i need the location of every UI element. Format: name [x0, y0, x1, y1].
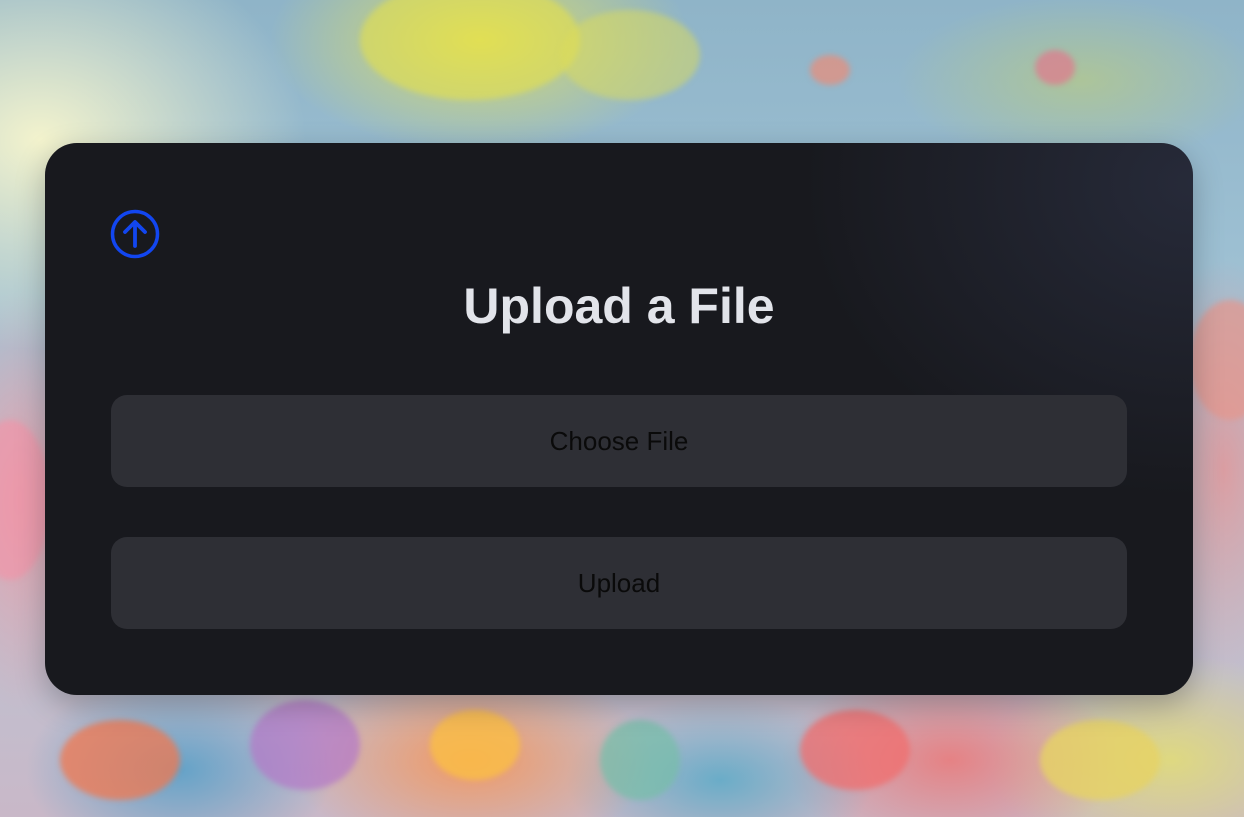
background-flower [1040, 720, 1160, 800]
background-flower [250, 700, 360, 790]
background-petals [0, 420, 50, 580]
upload-card: Upload a File Choose File Upload [45, 143, 1193, 695]
background-foliage [360, 0, 580, 100]
page-title: Upload a File [463, 278, 775, 334]
background-foliage [560, 10, 700, 100]
upload-button[interactable]: Upload [111, 537, 1127, 629]
background-leaf [1035, 50, 1075, 85]
background-flower [800, 710, 910, 790]
arrow-up-circle-icon [110, 209, 160, 259]
background-leaf [810, 55, 850, 85]
background-railing [1190, 300, 1244, 420]
background-flower [430, 710, 520, 780]
background-flower [600, 720, 680, 800]
choose-file-button[interactable]: Choose File [111, 395, 1127, 487]
background-flower [60, 720, 180, 800]
